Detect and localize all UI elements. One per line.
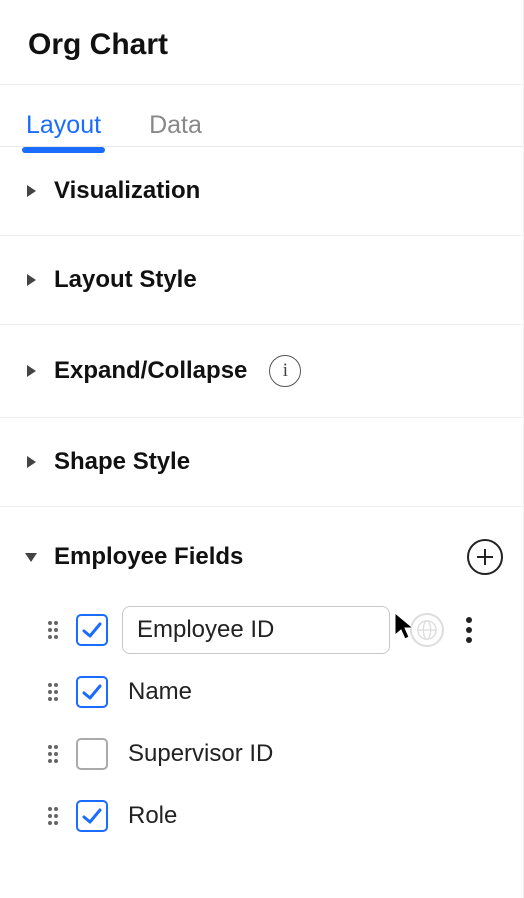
check-icon (81, 805, 103, 827)
section-shape-style[interactable]: Shape Style (0, 418, 523, 507)
field-row: Employee ID (44, 599, 513, 661)
caret-right-icon (22, 273, 40, 287)
add-field-button[interactable] (467, 539, 503, 575)
more-options-button[interactable] (462, 613, 476, 647)
drag-handle-icon[interactable] (44, 682, 62, 702)
tab-layout[interactable]: Layout (24, 85, 103, 146)
section-visualization-title: Visualization (54, 177, 200, 205)
field-row: Supervisor ID (44, 723, 513, 785)
field-list: Employee ID (0, 595, 523, 847)
field-name-input[interactable]: Employee ID (122, 606, 390, 654)
field-checkbox[interactable] (76, 676, 108, 708)
globe-icon[interactable] (410, 613, 444, 647)
field-row: Name (44, 661, 513, 723)
panel-title: Org Chart (0, 0, 523, 85)
field-label[interactable]: Role (122, 802, 177, 830)
info-icon[interactable]: i (269, 355, 301, 387)
section-expand-collapse[interactable]: Expand/Collapse i (0, 325, 523, 418)
check-icon (81, 681, 103, 703)
section-employee-fields-title: Employee Fields (54, 543, 243, 571)
caret-right-icon (22, 184, 40, 198)
caret-right-icon (22, 455, 40, 469)
caret-down-icon (22, 551, 40, 563)
section-employee-fields[interactable]: Employee Fields (0, 507, 523, 595)
section-expand-collapse-title: Expand/Collapse (54, 357, 247, 385)
section-layout-style-title: Layout Style (54, 266, 197, 294)
tab-bar: Layout Data (0, 85, 523, 147)
drag-handle-icon[interactable] (44, 620, 62, 640)
tab-data-label: Data (149, 111, 202, 139)
field-label[interactable]: Name (122, 678, 192, 706)
drag-handle-icon[interactable] (44, 744, 62, 764)
field-label: Employee ID (137, 616, 274, 644)
drag-handle-icon[interactable] (44, 806, 62, 826)
field-label[interactable]: Supervisor ID (122, 740, 273, 768)
section-shape-style-title: Shape Style (54, 448, 190, 476)
plus-icon (476, 548, 494, 566)
caret-right-icon (22, 364, 40, 378)
tab-layout-label: Layout (26, 111, 101, 139)
section-layout-style[interactable]: Layout Style (0, 236, 523, 325)
field-checkbox[interactable] (76, 800, 108, 832)
tab-active-underline (22, 147, 105, 153)
tab-data[interactable]: Data (147, 85, 204, 146)
field-checkbox[interactable] (76, 614, 108, 646)
field-row: Role (44, 785, 513, 847)
field-checkbox[interactable] (76, 738, 108, 770)
section-visualization[interactable]: Visualization (0, 147, 523, 236)
check-icon (81, 619, 103, 641)
